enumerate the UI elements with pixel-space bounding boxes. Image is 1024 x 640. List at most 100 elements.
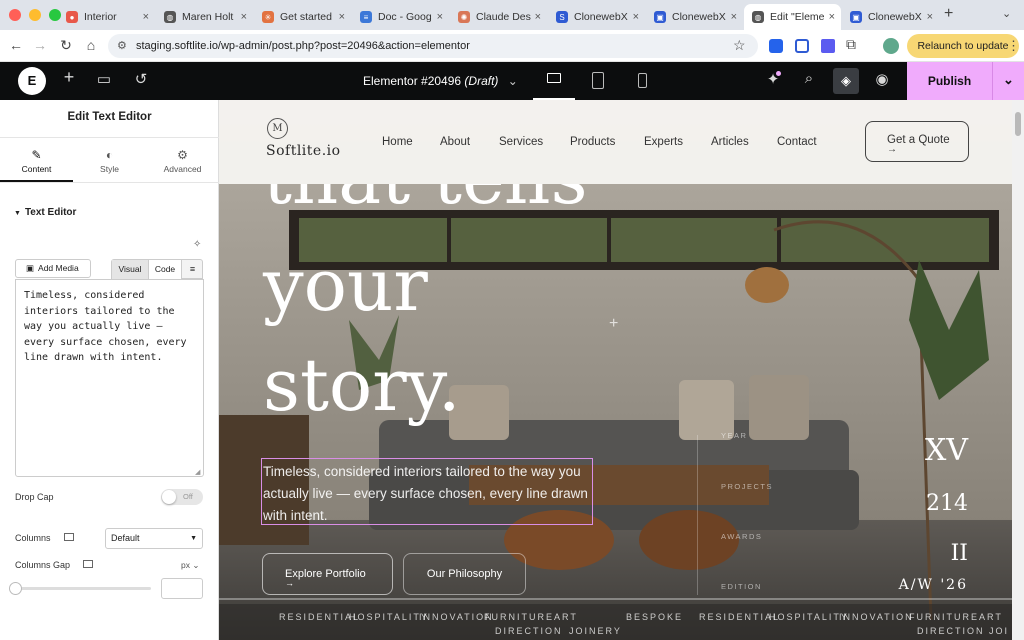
page-scrollbar[interactable] [1012,100,1024,640]
add-section-plus-icon[interactable]: + [609,315,618,333]
ticker-item: DIRECTION [917,626,985,636]
unit-selector[interactable]: px ⌄ [181,560,199,571]
close-tab-icon[interactable]: × [339,11,345,23]
text-editor-textarea[interactable]: Timeless, considered interiors tailored … [15,279,204,477]
close-tab-icon[interactable]: × [437,11,443,23]
ticker-item: HOSPITALITY [349,612,429,622]
selected-text-widget[interactable]: Timeless, considered interiors tailored … [261,458,593,525]
browser-tab[interactable]: ◍ Edit "Eleme × [744,4,841,30]
browser-tab[interactable]: ◍ Maren Holt × [156,4,253,30]
gap-slider-track[interactable] [15,587,151,590]
ticker-item: DIRECTION [495,626,563,636]
browser-tab[interactable]: ✳ Get started × [254,4,351,30]
minimize-window-button[interactable] [29,9,41,21]
ticker-item: ART [554,612,578,622]
close-window-button[interactable] [9,9,21,21]
address-bar[interactable]: ⚙ staging.softlite.io/wp-admin/post.php?… [108,34,758,58]
gap-value-input[interactable] [161,578,203,599]
site-info-icon[interactable]: ⚙ [117,34,127,58]
visual-mode-tab[interactable]: Visual [112,260,148,279]
logo-text[interactable]: Softlite.io [266,143,341,159]
drop-cap-toggle[interactable]: Off [161,489,203,505]
responsive-desktop-icon[interactable] [83,560,93,568]
globe-icon: ◍ [752,11,764,23]
close-tab-icon[interactable]: × [633,11,639,23]
toolbar-toggle-icon[interactable]: ≡ [182,260,203,279]
structure-layers-icon[interactable]: ◈ [833,68,859,94]
claude-icon: ✺ [458,11,470,23]
get-a-quote-button[interactable]: Get a Quote → [865,121,969,162]
our-philosophy-button[interactable]: Our Philosophy [403,553,526,595]
elementor-top-bar: E + ▭ ↺ Elementor #20496 (Draft) ⌄ ✦ ⌕ ◈… [0,62,1024,100]
nav-link-services[interactable]: Services [499,136,543,148]
page-settings-icon[interactable]: ▭ [93,70,115,88]
browser-tab[interactable]: ✺ Claude Des × [450,4,547,30]
browser-tab[interactable]: ▣ ClonewebX × [646,4,743,30]
nav-link-articles[interactable]: Articles [711,136,749,148]
ai-sparkle-icon[interactable]: ✧ [193,239,201,250]
history-icon[interactable]: ↺ [130,70,152,88]
responsive-desktop-icon[interactable] [64,533,74,541]
bookmark-star-icon[interactable]: ☆ [733,37,746,54]
elementor-logo-icon[interactable]: E [18,67,46,95]
publish-button[interactable]: Publish [907,74,992,88]
explore-portfolio-button[interactable]: Explore Portfolio → [262,553,393,595]
browser-tab[interactable]: ≡ Doc - Goog × [352,4,449,30]
browser-tab[interactable]: S ClonewebX × [548,4,645,30]
nav-link-about[interactable]: About [440,136,470,148]
new-tab-button[interactable]: + [944,5,953,23]
hero-line-clip: that tells [263,184,663,224]
tab-advanced-label: Advanced [163,164,202,174]
extension-icon[interactable] [769,39,783,53]
tablet-view-icon[interactable] [592,72,604,89]
resize-handle-icon[interactable]: ◢ [195,468,200,476]
tab-list-chevron-icon[interactable]: ⌄ [1002,7,1011,20]
close-tab-icon[interactable]: × [927,11,933,23]
nav-link-home[interactable]: Home [382,136,413,148]
gap-slider-handle[interactable] [9,582,22,595]
document-title[interactable]: Elementor #20496 (Draft) ⌄ [363,74,518,88]
preview-eye-icon[interactable]: ◉ [871,70,893,88]
divider [0,137,219,138]
more-menu-icon[interactable]: ⋮ [1007,38,1020,54]
nav-link-contact[interactable]: Contact [777,136,817,148]
section-toggle[interactable]: ▼ Text Editor [14,207,76,218]
search-icon[interactable]: ⌕ [798,70,820,87]
scrollbar-thumb[interactable] [1015,112,1021,136]
close-tab-icon[interactable]: × [143,11,149,23]
add-media-button[interactable]: ▣ Add Media [15,259,91,278]
toggle-knob [162,490,176,504]
nav-link-products[interactable]: Products [570,136,615,148]
close-tab-icon[interactable]: × [241,11,247,23]
close-tab-icon[interactable]: × [829,11,835,23]
ticker-item: FURNITURE [909,612,979,622]
close-tab-icon[interactable]: × [731,11,737,23]
nav-link-experts[interactable]: Experts [644,136,683,148]
stat-label-awards: AWARDS [721,532,763,541]
publish-options-chevron-icon[interactable]: ⌄ [993,72,1024,88]
back-button[interactable]: ← [7,37,25,53]
browser-tab[interactable]: ▣ ClonewebX × [842,4,939,30]
clonewebx-extension-icon[interactable] [795,39,809,53]
relaunch-button[interactable]: Relaunch to update [907,34,1019,58]
tab-content[interactable]: ✎ Content [0,144,73,182]
extensions-puzzle-icon[interactable]: ⧉ [846,36,856,53]
code-mode-tab[interactable]: Code [148,260,182,279]
close-tab-icon[interactable]: × [535,11,541,23]
reload-button[interactable]: ↻ [57,37,75,54]
home-button[interactable]: ⌂ [82,37,100,53]
tab-style[interactable]: ◐ Style [73,144,146,182]
mobile-view-icon[interactable] [638,73,647,88]
profile-avatar[interactable] [883,38,899,54]
forward-button[interactable]: → [31,37,49,53]
stat-label-projects: PROJECTS [721,482,774,491]
tab-advanced[interactable]: ⚙ Advanced [146,144,219,182]
desktop-view-button[interactable] [533,62,575,100]
extension-square-icon[interactable] [821,39,835,53]
browser-tab[interactable]: ● Interior × [58,4,155,30]
clone-icon: ▣ [654,11,666,23]
pencil-icon: ✎ [31,148,42,162]
columns-select[interactable]: Default ▼ [105,528,203,549]
logo-mark[interactable]: M [267,118,288,139]
add-element-icon[interactable]: + [58,67,80,88]
